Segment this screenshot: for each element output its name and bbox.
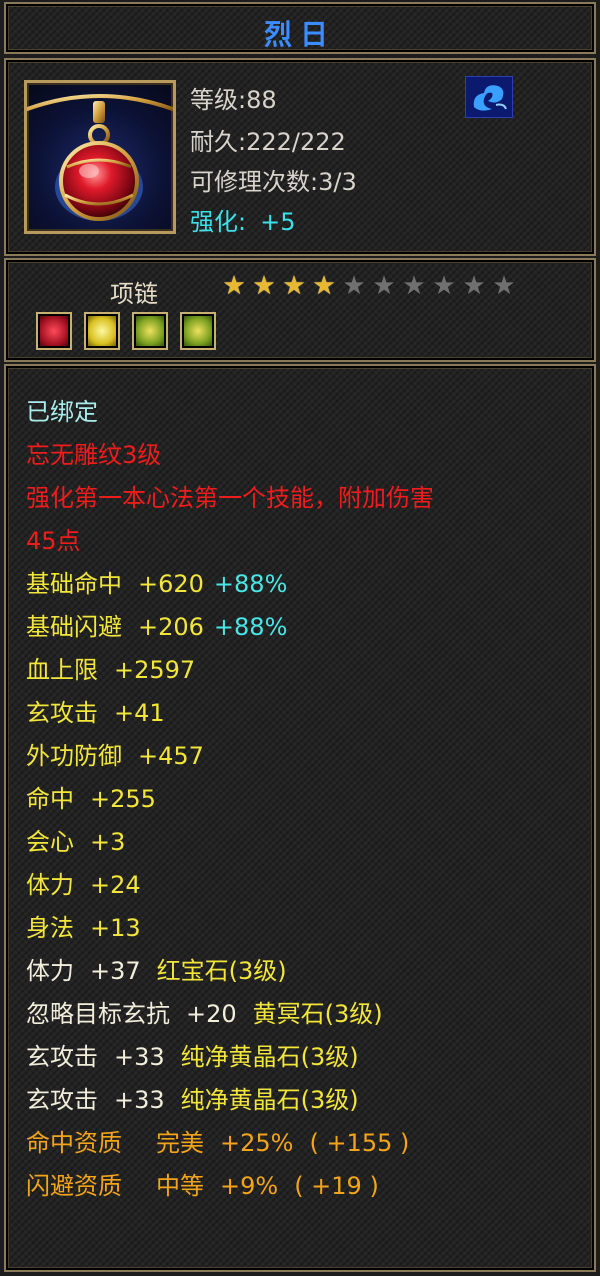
gem-row-1: 体力 +37 红宝石(3级): [26, 957, 287, 985]
xuan-attack-label: 玄攻击: [26, 699, 98, 727]
agility-label: 身法: [26, 914, 74, 942]
gem2-value: +20: [186, 1000, 237, 1028]
stamina-value: +24: [90, 871, 141, 899]
aptitude-row-1: 命中资质 完美 +25% ( +155 ): [26, 1129, 409, 1157]
item-type: 项链: [110, 280, 158, 308]
star-empty-icon: ★: [402, 271, 426, 301]
bound-status: 已绑定: [26, 398, 98, 426]
level-stat: 等级:88: [190, 80, 277, 115]
star-filled-icon: ★: [222, 271, 246, 301]
star-empty-icon: ★: [432, 271, 456, 301]
gem1-value: +37: [90, 957, 141, 985]
enhance-label: 强化:: [190, 208, 247, 236]
gem4-value: +33: [114, 1086, 165, 1114]
effect-line-1: 强化第一本心法第一个技能，附加伤害: [26, 484, 434, 512]
stamina-label: 体力: [26, 871, 74, 899]
star-empty-icon: ★: [372, 271, 396, 301]
item-name: 烈日: [263, 18, 336, 51]
base-dodge-row: 基础闪避 +206 +88%: [26, 613, 287, 641]
gem3-stat: 玄攻击: [26, 1043, 98, 1071]
gem3-value: +33: [114, 1043, 165, 1071]
base-dodge-value: +206: [138, 613, 204, 641]
gem2-name: 黄冥石(3级): [252, 1000, 383, 1028]
hit-row: 命中 +255: [26, 785, 156, 813]
xuan-attack-value: +41: [114, 699, 165, 727]
engraving: 忘无雕纹3级: [26, 441, 162, 469]
attributes-panel: 已绑定 忘无雕纹3级 强化第一本心法第一个技能，附加伤害 45点 基础命中 +62…: [4, 364, 596, 1272]
gem-row-3: 玄攻击 +33 纯净黄晶石(3级): [26, 1043, 359, 1071]
base-hit-label: 基础命中: [26, 570, 122, 598]
enhance-stat: 强化: +5: [190, 202, 295, 237]
hp-value: +2597: [114, 656, 196, 684]
effect-line-2: 45点: [26, 527, 81, 555]
gem-row-4: 玄攻击 +33 纯净黄晶石(3级): [26, 1086, 359, 1114]
defense-row: 外功防御 +457: [26, 742, 204, 770]
star-empty-icon: ★: [492, 271, 516, 301]
star-filled-icon: ★: [312, 271, 336, 301]
gem4-name: 纯净黄晶石(3级): [180, 1086, 359, 1114]
base-dodge-label: 基础闪避: [26, 613, 122, 641]
star-empty-icon: ★: [462, 271, 486, 301]
defense-label: 外功防御: [26, 742, 122, 770]
agility-value: +13: [90, 914, 141, 942]
gem2-stat: 忽略目标玄抗: [26, 1000, 170, 1028]
header-panel: 等级:88 耐久:222/222 可修理次数:3/3 强化: +5: [4, 58, 596, 256]
green-gold-gem-icon: [180, 312, 216, 350]
apt2-label: 闪避资质: [26, 1172, 122, 1200]
gem1-name: 红宝石(3级): [156, 957, 287, 985]
red-gem-icon: [36, 312, 72, 350]
star-empty-icon: ★: [342, 271, 366, 301]
hp-label: 血上限: [26, 656, 98, 684]
stamina-row: 体力 +24: [26, 871, 141, 899]
apt1-label: 命中资质: [26, 1129, 122, 1157]
base-hit-value: +620: [138, 570, 204, 598]
apt1-pct: +25%: [220, 1129, 294, 1157]
aptitude-row-2: 闪避资质 中等 +9% ( +19 ): [26, 1172, 379, 1200]
durability-label: 耐久:: [190, 128, 247, 156]
gem3-name: 纯净黄晶石(3级): [180, 1043, 359, 1071]
agility-row: 身法 +13: [26, 914, 141, 942]
base-hit-pct: +88%: [213, 570, 288, 598]
crit-value: +3: [90, 828, 126, 856]
base-hit-row: 基础命中 +620 +88%: [26, 570, 287, 598]
gem4-stat: 玄攻击: [26, 1086, 98, 1114]
repair-stat: 可修理次数:3/3: [190, 162, 357, 197]
apt1-bonus: ( +155 ): [309, 1129, 410, 1157]
sub-panel: 项链 ★ ★ ★ ★ ★ ★ ★ ★ ★ ★: [4, 258, 596, 362]
gem1-stat: 体力: [26, 957, 74, 985]
repair-value: 3/3: [318, 168, 357, 196]
star-filled-icon: ★: [252, 271, 276, 301]
base-dodge-pct: +88%: [213, 613, 288, 641]
blue-cloud-emblem-icon: [465, 76, 513, 118]
hit-value: +255: [90, 785, 156, 813]
durability-value: 222/222: [246, 128, 346, 156]
durability-stat: 耐久:222/222: [190, 122, 346, 157]
green-gold-gem-icon: [132, 312, 168, 350]
level-label: 等级:: [190, 86, 247, 114]
repair-label: 可修理次数:: [190, 168, 319, 196]
crit-label: 会心: [26, 828, 74, 856]
enhance-value: +5: [260, 208, 296, 236]
gem-row-2: 忽略目标玄抗 +20 黄冥石(3级): [26, 1000, 383, 1028]
level-value: 88: [246, 86, 277, 114]
yellow-gem-icon: [84, 312, 120, 350]
apt2-grade: 中等: [156, 1172, 204, 1200]
title-bar: 烈日: [4, 2, 596, 54]
necklace-ruby-icon: [24, 80, 176, 234]
apt2-pct: +9%: [220, 1172, 279, 1200]
defense-value: +457: [138, 742, 204, 770]
xuan-attack-row: 玄攻击 +41: [26, 699, 165, 727]
hit-label: 命中: [26, 785, 74, 813]
crit-row: 会心 +3: [26, 828, 125, 856]
apt2-bonus: ( +19 ): [294, 1172, 379, 1200]
hp-row: 血上限 +2597: [26, 656, 195, 684]
star-filled-icon: ★: [282, 271, 306, 301]
apt1-grade: 完美: [156, 1129, 204, 1157]
